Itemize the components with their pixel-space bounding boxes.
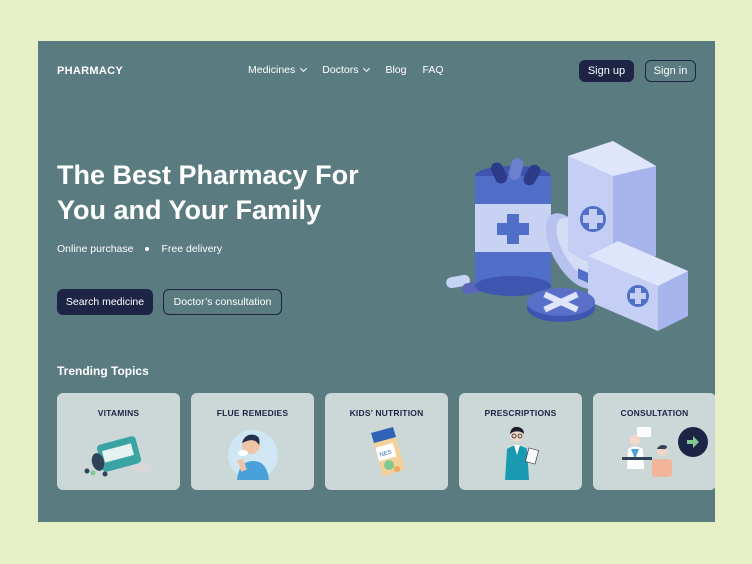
vitamins-bottle-icon (84, 436, 152, 477)
arrow-right-icon (687, 436, 699, 448)
chevron-down-icon (300, 64, 308, 73)
nav-item-medicines[interactable]: Medicines (248, 64, 308, 76)
pharmacist-icon (505, 426, 540, 480)
nav-item-faq[interactable]: FAQ (422, 64, 443, 76)
nav-item-label: Medicines (248, 64, 296, 76)
nav-item-doctors[interactable]: Doctors (322, 64, 371, 76)
card-kids-nutrition[interactable]: KIDS’ NUTRITION NES (325, 393, 448, 490)
feature-free-delivery: Free delivery (161, 243, 223, 255)
search-medicine-button[interactable]: Search medicine (57, 289, 153, 315)
hero-title-line2: You and Your Family (57, 195, 322, 225)
nav-item-label: Doctors (322, 64, 359, 76)
hero-title: The Best Pharmacy For You and Your Famil… (57, 158, 397, 228)
hero-features: Online purchase Free delivery (57, 243, 222, 255)
card-prescriptions[interactable]: PRESCRIPTIONS (459, 393, 582, 490)
feature-online-purchase: Online purchase (57, 243, 134, 255)
pill-pack-icon (588, 241, 688, 331)
medicine-illustration (446, 141, 688, 331)
card-flue-remedies[interactable]: FLUE REMEDIES (191, 393, 314, 490)
sign-in-button[interactable]: Sign in (645, 60, 696, 82)
page-frame: PHARMACY Medicines Doctors Blog FAQ Sign… (38, 41, 715, 522)
nav-item-label: Blog (385, 64, 407, 76)
bullet-icon (145, 247, 150, 251)
hero-title-line1: The Best Pharmacy For (57, 160, 359, 190)
main-nav: Medicines Doctors Blog FAQ (248, 64, 444, 76)
carousel-next-button[interactable] (678, 427, 708, 457)
doctor-consultation-button[interactable]: Doctor’s consultation (163, 289, 282, 315)
sign-up-button[interactable]: Sign up (579, 60, 634, 82)
section-title-trending: Trending Topics (57, 364, 149, 378)
tablet-icon (527, 288, 595, 322)
card-label: PRESCRIPTIONS (484, 408, 557, 418)
baby-food-box-icon: NES (371, 427, 405, 477)
card-vitamins[interactable]: VITAMINS (57, 393, 180, 490)
nav-item-blog[interactable]: Blog (385, 64, 406, 76)
card-label: FLUE REMEDIES (216, 408, 289, 418)
card-label: CONSULTATION (620, 408, 689, 418)
card-label: KIDS’ NUTRITION (349, 408, 424, 418)
logo[interactable]: PHARMACY (57, 65, 123, 77)
nav-item-label: FAQ (422, 64, 444, 76)
trending-cards: VITAMINS FLUE REMEDIES KIDS’ NUTRITION N… (57, 393, 715, 490)
pill-bottle-icon (475, 158, 551, 296)
sick-person-icon (228, 430, 278, 480)
card-label: VITAMINS (97, 408, 140, 418)
chevron-down-icon (363, 64, 371, 73)
